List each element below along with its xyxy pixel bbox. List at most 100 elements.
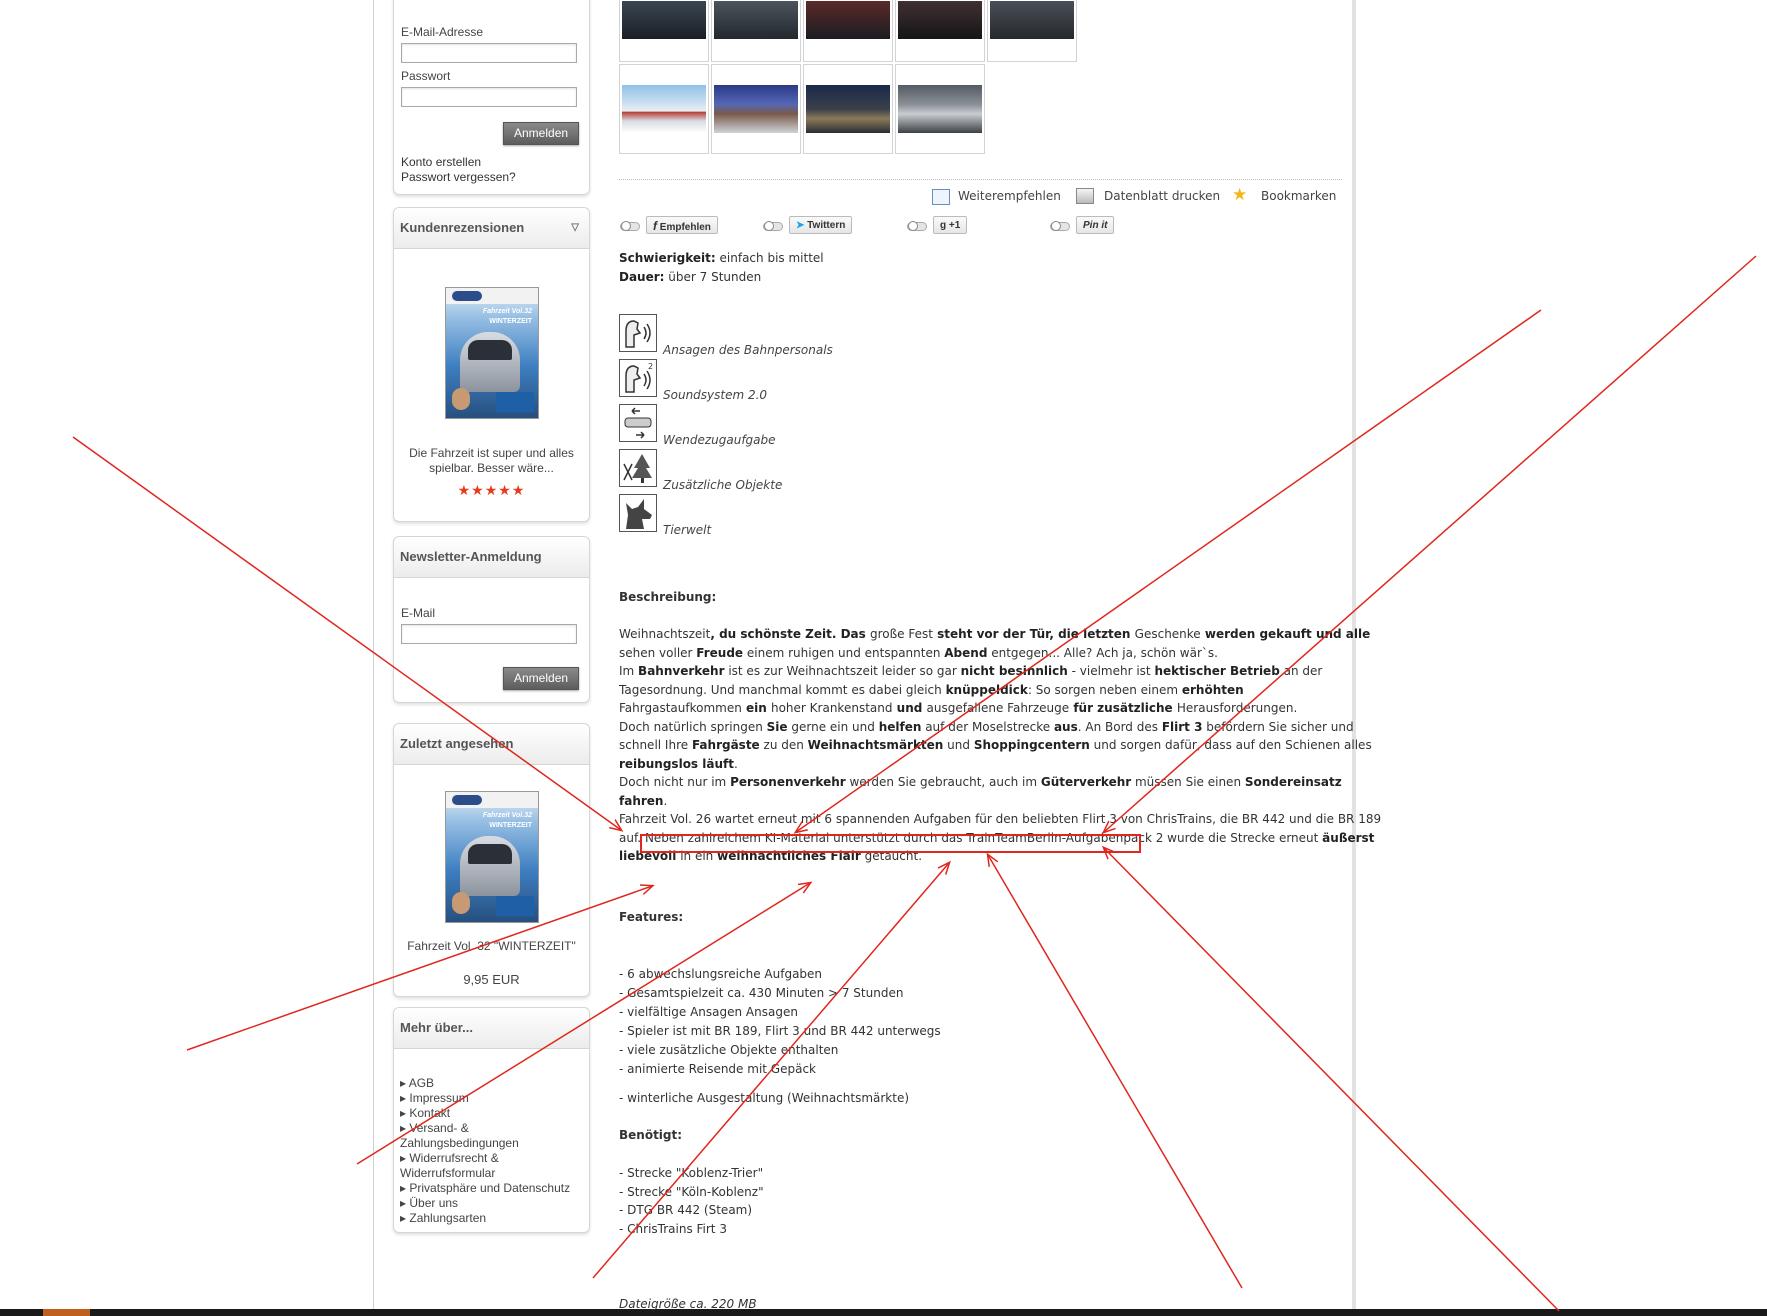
annotation-arrow (796, 309, 1542, 832)
link-payment[interactable]: ▸ Zahlungsarten (400, 1211, 570, 1226)
password-label: Passwort (401, 69, 451, 83)
description-line: schnell Ihre Fahrgäste zu den Weihnachts… (619, 738, 1372, 752)
feature-item: - winterliche Ausgestaltung (Weihnachtsm… (619, 1091, 910, 1105)
newsletter-subscribe-button[interactable]: Anmelden (503, 667, 580, 690)
review-text[interactable]: Die Fahrzeit ist super und alles spielba… (394, 446, 589, 476)
email-label: E-Mail-Adresse (401, 25, 484, 39)
svg-text:2: 2 (648, 362, 653, 371)
star-icon[interactable]: ★ (1232, 185, 1247, 205)
reviews-box: Kundenrezensionen ▽ Fahrzeit Vol.32 WINT… (393, 207, 590, 522)
feature-item: - vielfältige Ansagen Ansagen (619, 1005, 798, 1019)
duration: Dauer: über 7 Stunden (619, 270, 762, 284)
description-line: reibungslos läuft. (619, 756, 738, 771)
description-line: Weihnachtszeit, du schönste Zeit. Das gr… (619, 627, 1371, 641)
description-line: Fahrgastaufkommen ein hoher Krankenstand… (619, 701, 1298, 715)
twitter-bird-icon: ➤ (796, 220, 805, 231)
page-border-right (1352, 0, 1356, 1316)
feature-item: - 6 abwechslungsreiche Aufgaben (619, 967, 823, 981)
screenshot-thumbnail[interactable] (987, 0, 1077, 62)
recent-product-name[interactable]: Fahrzeit Vol. 32 "WINTERZEIT" (394, 939, 589, 953)
objects-icon (619, 449, 657, 487)
print-datasheet-link[interactable]: Datenblatt drucken (1104, 189, 1220, 203)
envelope-icon[interactable] (932, 189, 950, 205)
page-border-left (373, 0, 374, 1316)
facebook-icon: f (653, 219, 657, 233)
features-heading: Features: (619, 910, 684, 924)
difficulty: Schwierigkeit: einfach bis mittel (619, 251, 824, 265)
screenshot-thumbnail[interactable] (895, 0, 985, 62)
facebook-toggle[interactable] (620, 221, 640, 231)
link-impressum[interactable]: ▸ Impressum (400, 1091, 570, 1106)
screenshot-thumbnail[interactable] (619, 64, 709, 154)
newsletter-box: Newsletter-Anmeldung E-Mail Anmelden (393, 536, 590, 703)
taskbar (0, 1309, 1767, 1316)
screenshot-thumbnail[interactable] (803, 64, 893, 154)
pinterest-button[interactable]: Pin it (1076, 216, 1115, 234)
link-about[interactable]: ▸ Über uns (400, 1196, 570, 1211)
login-button[interactable]: Anmelden (503, 122, 580, 145)
more-about-box: Mehr über... ▸ AGB ▸ Impressum ▸ Kontakt… (393, 1007, 590, 1233)
screenshot-thumbnail[interactable] (895, 64, 985, 154)
description-line: Fahrzeit Vol. 26 wartet erneut mit 6 spa… (619, 812, 1382, 826)
create-account-link[interactable]: Konto erstellen (401, 155, 481, 169)
bookmark-link[interactable]: Bookmarken (1261, 189, 1336, 203)
recommend-link[interactable]: Weiterempfehlen (958, 189, 1061, 203)
link-kontakt[interactable]: ▸ Kontakt (400, 1106, 570, 1121)
recently-viewed-box: Zuletzt angesehen Fahrzeit Vol.32 WINTER… (393, 723, 590, 997)
gplus-toggle[interactable] (907, 221, 927, 231)
feature-label: Wendezugaufgabe (663, 433, 776, 447)
description-heading: Beschreibung: (619, 590, 717, 604)
required-item: - ChrisTrains Firt 3 (619, 1222, 727, 1236)
annotation-arrow (988, 855, 1243, 1289)
gplus-button[interactable]: g +1 (933, 216, 968, 234)
reviews-title: Kundenrezensionen (400, 220, 525, 235)
feature-label: Ansagen des Bahnpersonals (663, 343, 833, 357)
more-about-title: Mehr über... (394, 1008, 589, 1049)
description-line: Im Bahnverkehr ist es zur Weihnachtszeit… (619, 664, 1323, 678)
rating-stars: ★★★★★ (457, 482, 526, 498)
animal-icon (619, 494, 657, 532)
feature-item: - Spieler ist mit BR 189, Flirt 3 und BR… (619, 1024, 941, 1038)
newsletter-title: Newsletter-Anmeldung (394, 537, 589, 578)
email-input[interactable] (401, 43, 577, 63)
required-item: - DTG BR 442 (Steam) (619, 1203, 753, 1217)
printer-icon[interactable] (1076, 188, 1094, 204)
description-line: Doch natürlich springen Sie gerne ein un… (619, 719, 1354, 734)
twitter-button[interactable]: ➤ Twittern (789, 216, 853, 234)
screenshot-thumbnail[interactable] (711, 0, 801, 62)
link-widerruf[interactable]: ▸ Widerrufsrecht & (400, 1151, 570, 1166)
chevron-down-icon[interactable]: ▽ (571, 208, 579, 248)
pinterest-toggle[interactable] (1050, 221, 1070, 231)
description-line: Doch nicht nur im Personenverkehr werden… (619, 775, 1342, 789)
feature-label: Tierwelt (663, 523, 712, 537)
facebook-recommend-button[interactable]: f Empfehlen (646, 216, 718, 234)
screenshot-thumbnail[interactable] (711, 64, 801, 154)
description-line: sehen voller Freude einem ruhigen und en… (619, 645, 1218, 660)
feature-item: - Gesamtspielzeit ca. 430 Minuten > 7 St… (619, 986, 904, 1000)
feature-item: - animierte Reisende mit Gepäck (619, 1062, 816, 1076)
newsletter-email-input[interactable] (401, 624, 577, 644)
password-input[interactable] (401, 87, 577, 107)
recent-product-price: 9,95 EUR (463, 972, 520, 987)
more-about-links: ▸ AGB ▸ Impressum ▸ Kontakt ▸ Versand- &… (400, 1076, 570, 1226)
push-pull-train-icon (619, 404, 657, 442)
recent-product-cover[interactable]: Fahrzeit Vol.32 WINTERZEIT (445, 791, 539, 923)
required-item: - Strecke "Koblenz-Trier" (619, 1166, 764, 1180)
link-versand-cont[interactable]: Zahlungsbedingungen (400, 1136, 570, 1151)
link-privacy[interactable]: ▸ Privatsphäre und Datenschutz (400, 1181, 570, 1196)
screenshot-thumbnail[interactable] (619, 0, 709, 62)
product-cover-image[interactable]: Fahrzeit Vol.32 WINTERZEIT (445, 287, 539, 419)
feature-label: Zusätzliche Objekte (663, 478, 783, 492)
speaker-person-icon (619, 314, 657, 352)
screenshot-thumbnail[interactable] (803, 0, 893, 62)
required-heading: Benötigt: (619, 1128, 683, 1142)
reviews-header[interactable]: Kundenrezensionen ▽ (394, 208, 589, 249)
annotation-highlight-box (640, 834, 1141, 853)
forgot-password-link[interactable]: Passwort vergessen? (401, 170, 516, 184)
link-versand[interactable]: ▸ Versand- & (400, 1121, 570, 1136)
file-size: Dateigröße ca. 220 MB (619, 1297, 757, 1311)
description-line: Tagesordnung. Und manchmal kommt es dabe… (619, 682, 1244, 697)
link-agb[interactable]: ▸ AGB (400, 1076, 570, 1091)
link-widerruf-cont[interactable]: Widerrufsformular (400, 1166, 570, 1181)
twitter-toggle[interactable] (763, 221, 783, 231)
